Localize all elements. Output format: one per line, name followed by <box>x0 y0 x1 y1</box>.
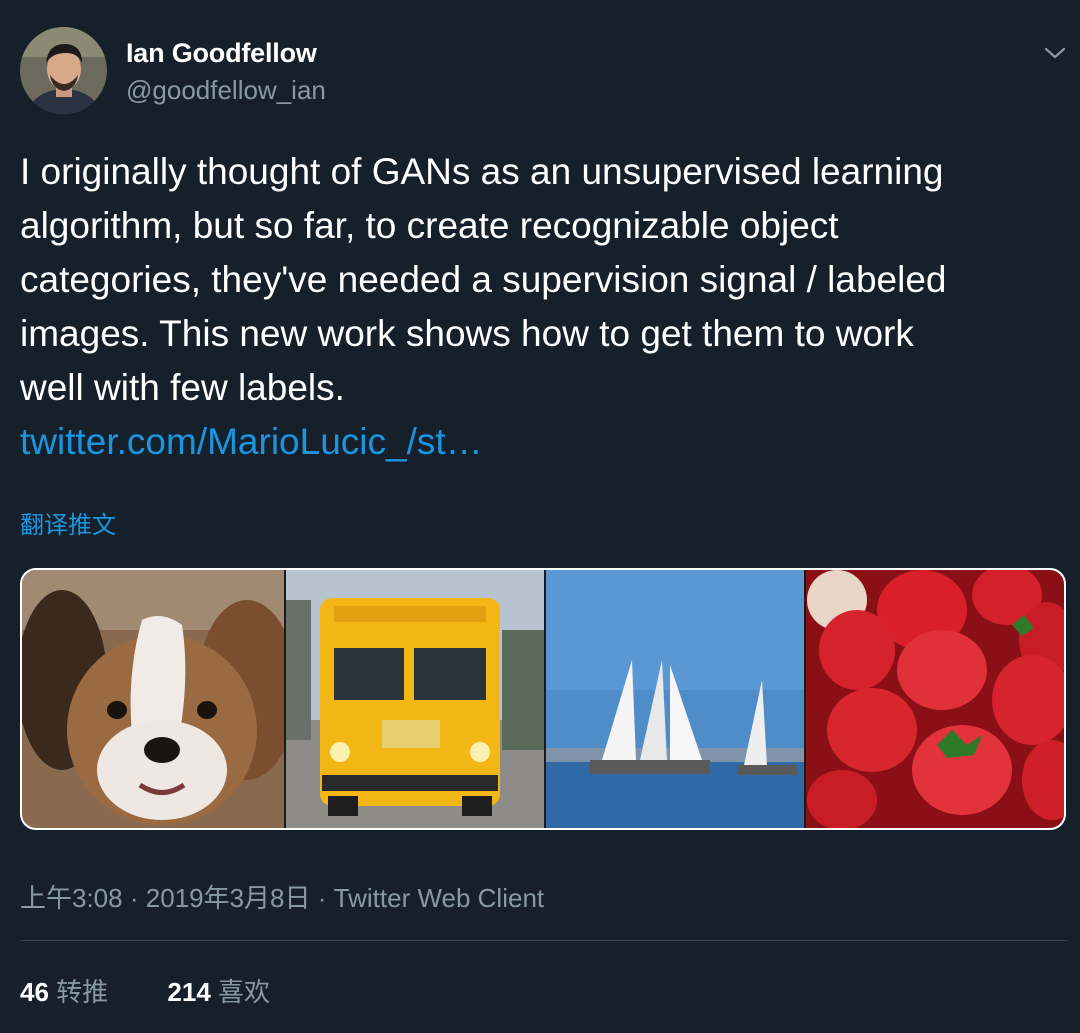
separator: · <box>317 883 327 913</box>
retweets-label: 转推 <box>56 977 109 1007</box>
tweet-date[interactable]: 2019年3月8日 <box>146 883 311 913</box>
author-handle[interactable]: @goodfellow_ian <box>126 75 326 106</box>
chevron-down-icon[interactable] <box>1040 38 1070 68</box>
tweet-client[interactable]: Twitter Web Client <box>334 883 544 913</box>
tweet-time[interactable]: 上午3:08 <box>20 883 123 913</box>
school-bus-photo[interactable] <box>286 570 544 828</box>
retweets-count: 46 <box>20 977 49 1007</box>
tweet-media[interactable] <box>20 568 1066 830</box>
author-name[interactable]: Ian Goodfellow <box>126 38 317 69</box>
translate-tweet-link[interactable]: 翻译推文 <box>20 505 116 540</box>
tweet-link[interactable]: twitter.com/MarioLucic_/st… <box>20 415 483 469</box>
dog-photo[interactable] <box>22 570 297 828</box>
author-avatar[interactable] <box>20 27 107 114</box>
tweet-text: I originally thought of GANs as an unsup… <box>20 151 947 408</box>
strawberries-photo[interactable] <box>806 570 1064 828</box>
retweets-stat[interactable]: 46 转推 <box>20 972 108 1009</box>
likes-stat[interactable]: 214 喜欢 <box>167 972 270 1009</box>
likes-count: 214 <box>167 977 211 1007</box>
separator: · <box>129 883 139 913</box>
likes-label: 喜欢 <box>218 977 271 1007</box>
divider <box>20 940 1068 941</box>
tweet-metadata: 上午3:08 · 2019年3月8日 · Twitter Web Client <box>20 878 544 915</box>
tweet-stats: 46 转推 214 喜欢 <box>20 972 270 1009</box>
sailboats-photo[interactable] <box>546 570 804 828</box>
